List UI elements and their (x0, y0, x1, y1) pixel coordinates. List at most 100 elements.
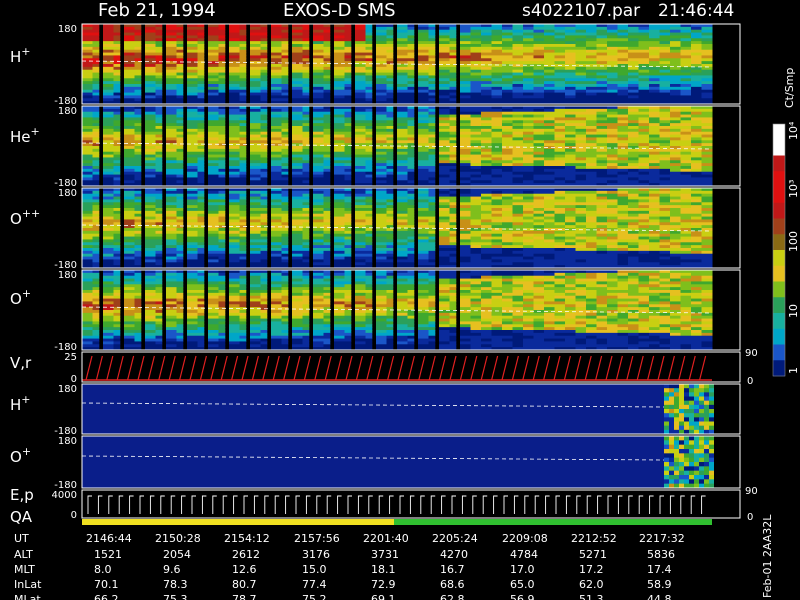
spectrogram-cell (187, 154, 198, 158)
spectrogram-cell (554, 92, 566, 96)
spectrogram-cell (260, 89, 268, 94)
spectrogram-cell (197, 239, 205, 243)
spectrogram-cell (586, 131, 597, 136)
spectrogram-cell (523, 24, 534, 28)
spectrogram-cell (376, 117, 387, 121)
spectrogram-cell (82, 248, 93, 252)
spectrogram-cell (281, 236, 289, 240)
spectrogram-cell (124, 26, 135, 31)
spectrogram-cell (481, 131, 492, 136)
spectrogram-cell (271, 219, 282, 223)
spectrogram-cell (302, 106, 310, 110)
spectrogram-cell (512, 143, 524, 147)
spectrogram-cell (134, 180, 142, 184)
spectrogram-cell (292, 210, 303, 215)
spectrogram-cell (250, 106, 261, 110)
spectrogram-cell (512, 98, 524, 102)
spectrogram-cell (397, 24, 408, 28)
spectrogram-cell (260, 108, 268, 113)
spectrogram-cell (386, 140, 394, 144)
spectrogram-cell (586, 253, 597, 258)
spectrogram-cell (103, 148, 114, 153)
spectrogram-cell (638, 92, 650, 96)
spectrogram-cell (460, 219, 471, 223)
spectrogram-cell (271, 230, 282, 235)
spectrogram-cell (134, 210, 142, 215)
spectrogram-cell (250, 134, 261, 138)
spectrogram-cell (103, 190, 114, 195)
spectrogram-cell (239, 236, 247, 240)
spectrogram-cell (638, 24, 650, 28)
spectrogram-cell (565, 29, 576, 34)
spectrogram-cell (271, 134, 282, 138)
spectrogram-cell (82, 174, 93, 178)
spectrogram-cell (208, 174, 219, 178)
spectrogram-cell (470, 245, 482, 249)
spectrogram-cell (218, 157, 226, 161)
spectrogram-cell (334, 174, 345, 178)
spectrogram-cell (113, 239, 121, 243)
spectrogram-cell (691, 131, 702, 136)
spectrogram-cell (82, 163, 93, 167)
spectrogram-cell (607, 168, 618, 173)
spectrogram-cell (260, 250, 268, 255)
spectrogram-cell (638, 35, 650, 39)
spectrogram-cell (323, 202, 331, 206)
spectrogram-cell (302, 213, 310, 218)
spectrogram-cell (155, 174, 163, 178)
spectrogram-cell (386, 44, 394, 48)
spectrogram-cell (344, 111, 352, 116)
spectrogram-cell (407, 148, 415, 153)
spectrogram-cell (187, 168, 198, 173)
spectrogram-cell (145, 230, 156, 235)
spectrogram-cell (397, 92, 408, 96)
spectrogram-cell (376, 41, 387, 45)
spectrogram-cell (323, 163, 331, 167)
spectrogram-cell (554, 95, 566, 99)
spectrogram-cell (208, 44, 219, 48)
spectrogram-cell (239, 148, 247, 153)
spectrogram-cell (376, 196, 387, 200)
spectrogram-cell (281, 134, 289, 138)
spectrogram-cell (628, 166, 639, 170)
spectrogram-cell (638, 108, 650, 113)
spectrogram-cell (82, 193, 93, 198)
spectrogram-cell (208, 89, 219, 94)
spectrogram-cell (166, 193, 177, 198)
spectrogram-cell (313, 202, 324, 206)
spectrogram-cell (659, 242, 671, 246)
spectrogram-cell (544, 120, 555, 124)
spectrogram-cell (229, 216, 240, 220)
spectrogram-cell (124, 49, 135, 54)
spectrogram-cell (218, 222, 226, 226)
spectrogram-cell (250, 58, 261, 62)
spectrogram-cell (376, 233, 387, 238)
spectrogram-cell (670, 188, 681, 192)
spectrogram-cell (208, 95, 219, 99)
spectrogram-cell (92, 137, 100, 141)
spectrogram-cell (134, 29, 142, 34)
spectrogram-cell (596, 199, 608, 203)
spectrogram-cell (407, 239, 415, 243)
spectrogram-cell (617, 75, 629, 79)
spectrogram-cell (533, 89, 545, 94)
spectrogram-cell (323, 199, 331, 203)
spectrogram-cell (218, 117, 226, 121)
spectrogram-cell (386, 29, 394, 34)
spectrogram-cell (355, 193, 366, 198)
spectrogram-cell (418, 52, 429, 56)
spectrogram-cell (449, 236, 457, 240)
spectrogram-cell (313, 114, 324, 118)
spectrogram-cell (113, 160, 121, 164)
spectrogram-cell (565, 137, 576, 141)
spectrogram-cell (229, 253, 240, 258)
spectrogram-cell (491, 225, 503, 229)
spectrogram-cell (197, 106, 205, 110)
spectrogram-cell (575, 148, 587, 153)
spectrogram-cell (239, 106, 247, 110)
spectrogram-cell (92, 78, 100, 82)
spectrogram-cell (596, 49, 608, 54)
spectrogram-cell (575, 174, 587, 178)
spectrogram-cell (491, 160, 503, 164)
spectrogram-cell (166, 106, 177, 110)
